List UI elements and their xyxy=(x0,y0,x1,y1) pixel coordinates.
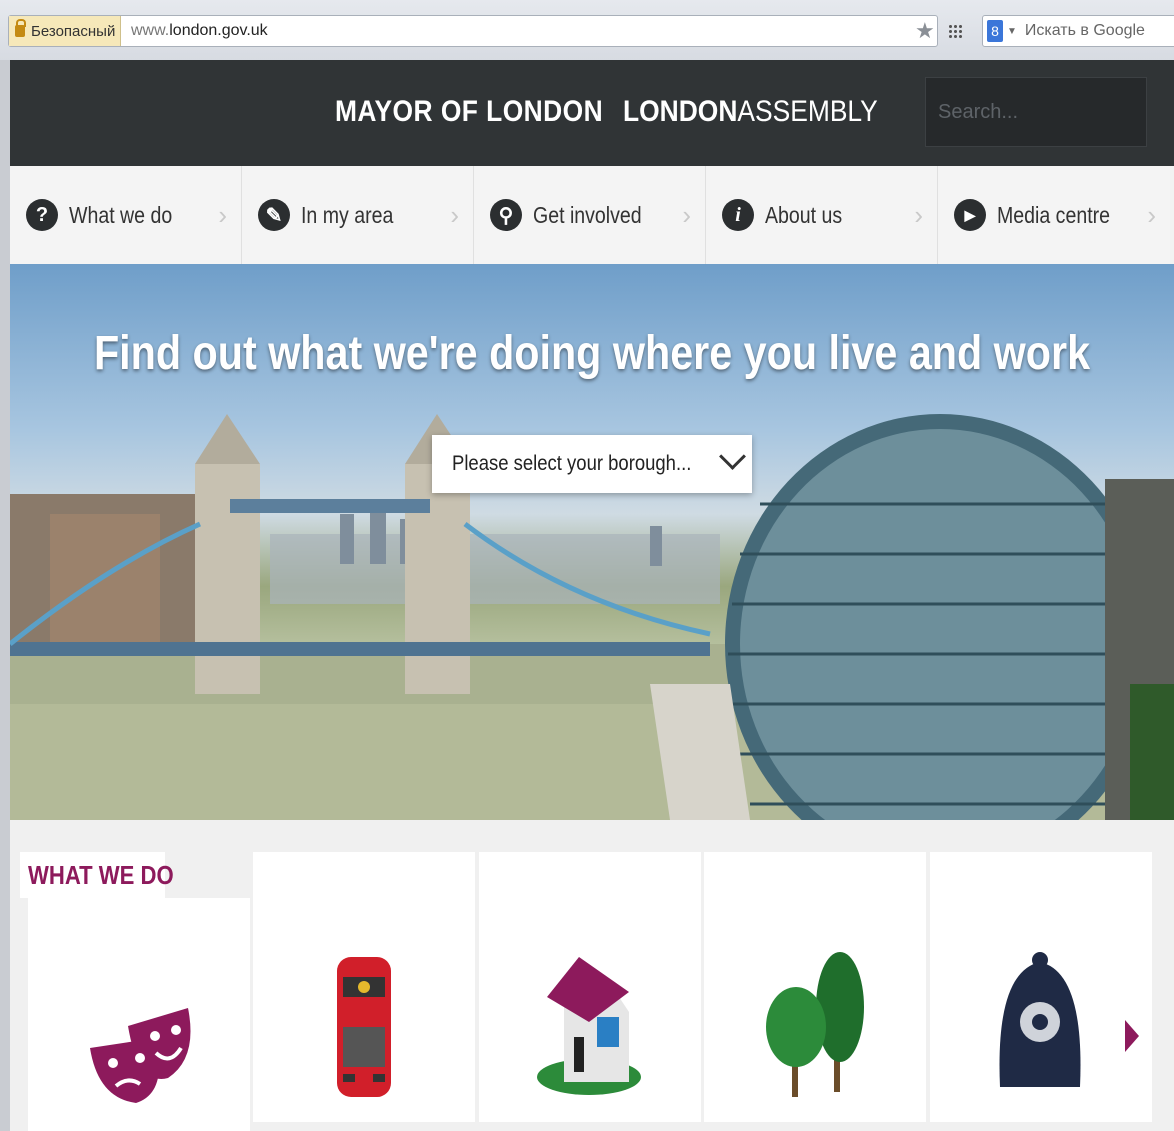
what-we-do-card[interactable] xyxy=(28,898,250,1131)
what-we-do-section: WHAT WE DO xyxy=(10,820,1174,1131)
nav-item-about-us[interactable]: i About us › xyxy=(706,166,938,264)
nav-item-media-centre[interactable]: ▶ Media centre › xyxy=(938,166,1170,264)
location-pin-icon: ⚲ xyxy=(490,199,522,231)
url-domain: london.gov.uk xyxy=(169,22,268,39)
theatre-masks-icon xyxy=(90,1008,191,1103)
search-engine-icon[interactable]: 8 xyxy=(987,20,1003,42)
trees-icon xyxy=(766,952,864,1097)
what-we-do-card[interactable] xyxy=(704,852,926,1122)
assembly-logo-light: ASSEMBLY xyxy=(737,95,878,128)
nav-item-what-we-do[interactable]: ? What we do › xyxy=(10,166,242,264)
browser-search-box[interactable]: 8 ▼ Искать в Google xyxy=(982,15,1174,47)
lock-icon xyxy=(15,19,26,37)
bookmark-star-icon[interactable]: ★ xyxy=(915,18,935,44)
site-search-input[interactable] xyxy=(925,77,1147,147)
nav-label: Get involved xyxy=(533,201,642,228)
chevron-right-icon: › xyxy=(450,200,459,230)
url-text[interactable]: www.london.gov.uk xyxy=(131,22,268,40)
borough-select[interactable]: Please select your borough... xyxy=(432,435,752,493)
borough-select-label: Please select your borough... xyxy=(452,452,692,475)
hero-title: Find out what we're doing where you live… xyxy=(93,327,1091,380)
url-prefix: www. xyxy=(131,22,170,39)
nav-item-get-involved[interactable]: ⚲ Get involved › xyxy=(474,166,706,264)
double-decker-bus-icon xyxy=(337,957,391,1097)
mayor-of-london-logo[interactable]: MAYOR OF LONDON xyxy=(335,95,603,129)
security-indicator[interactable]: Безопасный xyxy=(9,16,121,46)
chevron-right-icon: › xyxy=(914,200,923,230)
what-we-do-card[interactable] xyxy=(930,852,1152,1122)
police-helmet-icon xyxy=(999,952,1081,1087)
page-content: MAYOR OF LONDON LONDONASSEMBLY ? What we… xyxy=(10,60,1174,1131)
chevron-right-icon: › xyxy=(682,200,691,230)
main-nav: ? What we do › ✎ In my area › ⚲ Get invo… xyxy=(10,166,1174,264)
assembly-logo-bold: LONDON xyxy=(623,95,738,128)
nav-label: What we do xyxy=(69,201,173,228)
apps-grid-icon[interactable] xyxy=(948,24,962,38)
london-assembly-logo[interactable]: LONDONASSEMBLY xyxy=(623,95,878,129)
browser-search-placeholder: Искать в Google xyxy=(1024,22,1145,39)
pin-pen-icon: ✎ xyxy=(258,199,290,231)
what-we-do-card[interactable] xyxy=(253,852,475,1122)
nav-label: About us xyxy=(765,201,843,228)
nav-label: Media centre xyxy=(997,201,1111,228)
site-header: MAYOR OF LONDON LONDONASSEMBLY xyxy=(10,60,1174,166)
question-icon: ? xyxy=(26,199,58,231)
what-we-do-heading-box: WHAT WE DO xyxy=(20,852,174,898)
chevron-down-icon xyxy=(719,443,746,470)
what-we-do-heading: WHAT WE DO xyxy=(28,860,174,890)
what-we-do-card[interactable] xyxy=(479,852,701,1122)
security-label: Безопасный xyxy=(31,22,116,40)
browser-toolbar: Безопасный www.london.gov.uk ★ 8 ▼ Искат… xyxy=(0,0,1174,60)
search-engine-dropdown-icon[interactable]: ▼ xyxy=(1007,26,1017,37)
info-icon: i xyxy=(722,199,754,231)
hero-banner: Find out what we're doing where you live… xyxy=(10,264,1174,820)
chevron-right-icon: › xyxy=(1147,200,1156,230)
play-icon: ▶ xyxy=(954,199,986,231)
chevron-right-icon: › xyxy=(218,200,227,230)
next-arrow-icon[interactable] xyxy=(1125,1020,1139,1052)
nav-label: In my area xyxy=(301,201,394,228)
address-bar[interactable]: Безопасный www.london.gov.uk ★ xyxy=(8,15,938,47)
house-icon xyxy=(537,957,641,1095)
nav-item-in-my-area[interactable]: ✎ In my area › xyxy=(242,166,474,264)
